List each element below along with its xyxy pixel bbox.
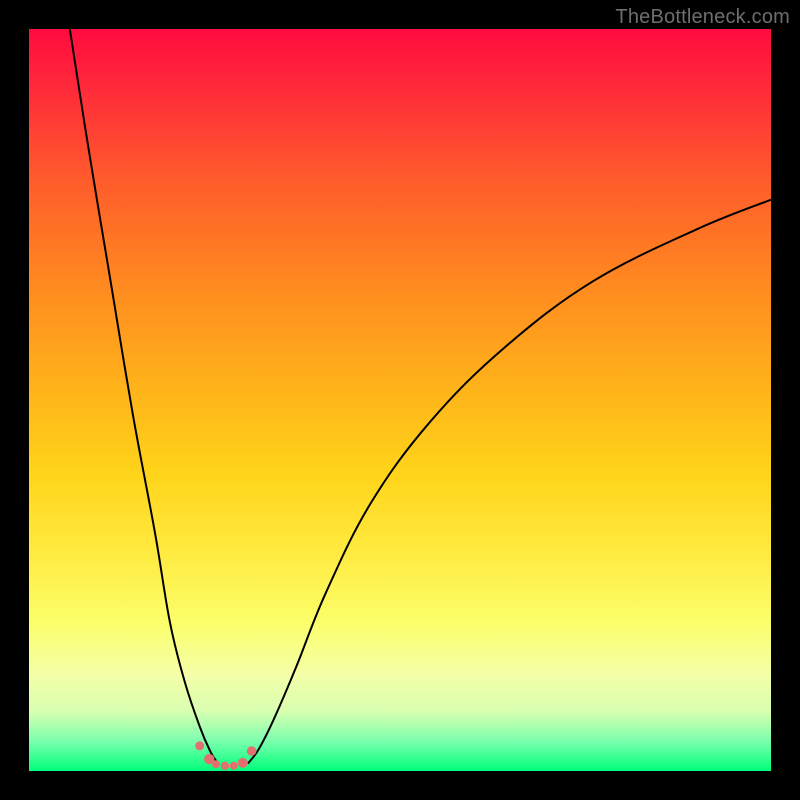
trough-marker xyxy=(195,741,204,750)
trough-marker xyxy=(230,762,238,770)
chart-svg xyxy=(29,29,771,771)
curve-right-branch xyxy=(248,200,771,764)
trough-marker xyxy=(247,746,257,756)
trough-marker xyxy=(212,760,220,768)
watermark-text: TheBottleneck.com xyxy=(615,6,790,29)
trough-marker xyxy=(221,762,229,770)
trough-markers xyxy=(195,741,256,770)
curve-left-branch xyxy=(70,29,218,764)
trough-marker xyxy=(238,758,248,768)
